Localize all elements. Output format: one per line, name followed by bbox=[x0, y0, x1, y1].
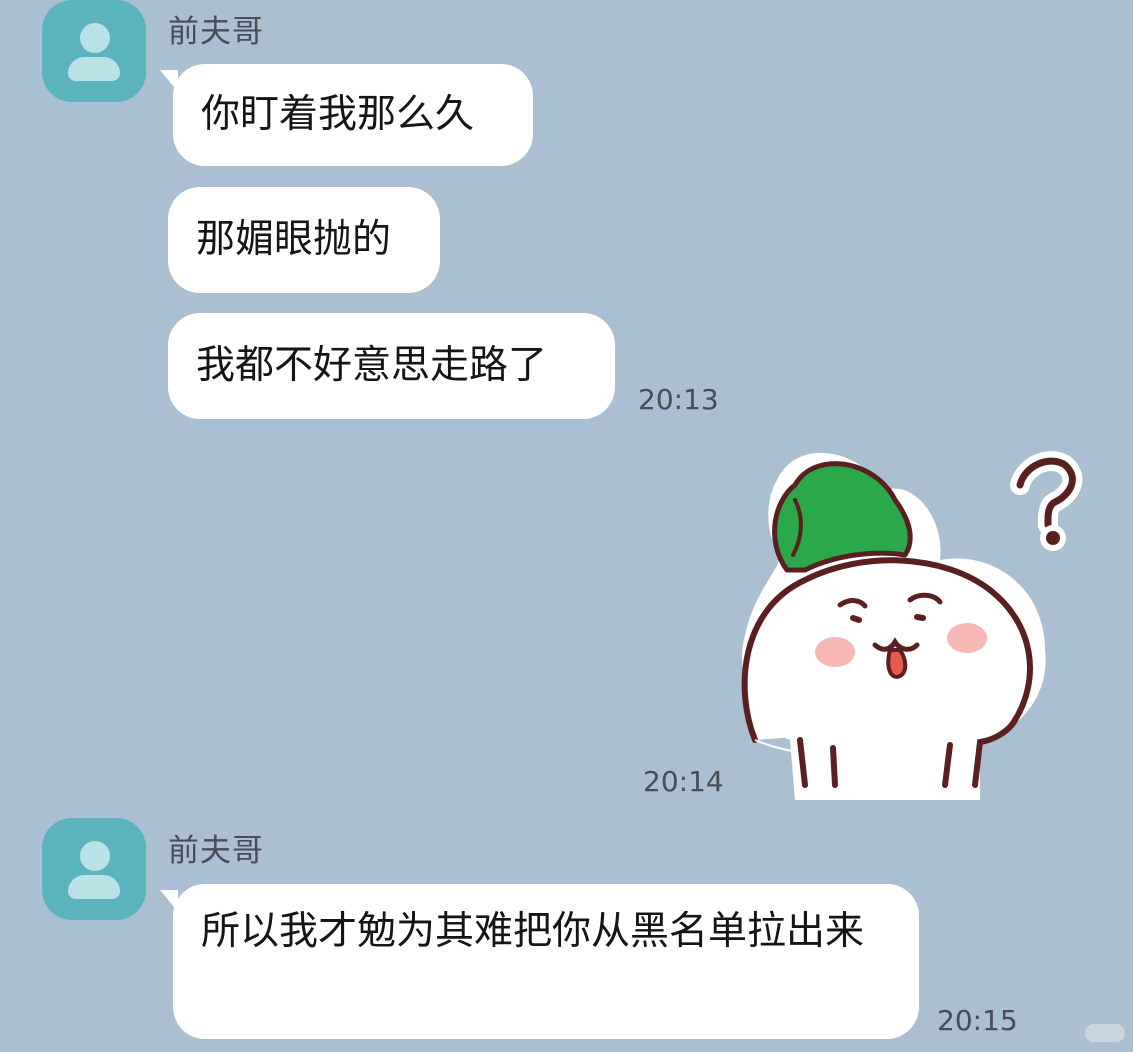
message-time: 20:13 bbox=[638, 383, 719, 416]
message-bubble[interactable]: 你盯着我那么久 bbox=[173, 64, 533, 166]
message-time: 20:15 bbox=[937, 1004, 1018, 1037]
person-icon-body bbox=[68, 57, 120, 81]
person-icon-head bbox=[80, 23, 110, 53]
watermark-badge bbox=[1085, 1024, 1125, 1042]
contact-avatar[interactable] bbox=[42, 0, 146, 102]
message-bubble[interactable]: 那媚眼抛的 bbox=[168, 187, 440, 293]
message-bubble[interactable]: 我都不好意思走路了 bbox=[168, 313, 615, 419]
message-bubble[interactable]: 所以我才勉为其难把你从黑名单拉出来 bbox=[173, 884, 919, 1039]
person-icon-body bbox=[68, 875, 120, 899]
message-time: 20:14 bbox=[643, 765, 724, 798]
radish-question-sticker[interactable] bbox=[735, 440, 1115, 810]
person-icon-head bbox=[80, 841, 110, 871]
sender-name: 前夫哥 bbox=[168, 14, 264, 50]
sender-name: 前夫哥 bbox=[168, 833, 264, 869]
contact-avatar[interactable] bbox=[42, 818, 146, 920]
